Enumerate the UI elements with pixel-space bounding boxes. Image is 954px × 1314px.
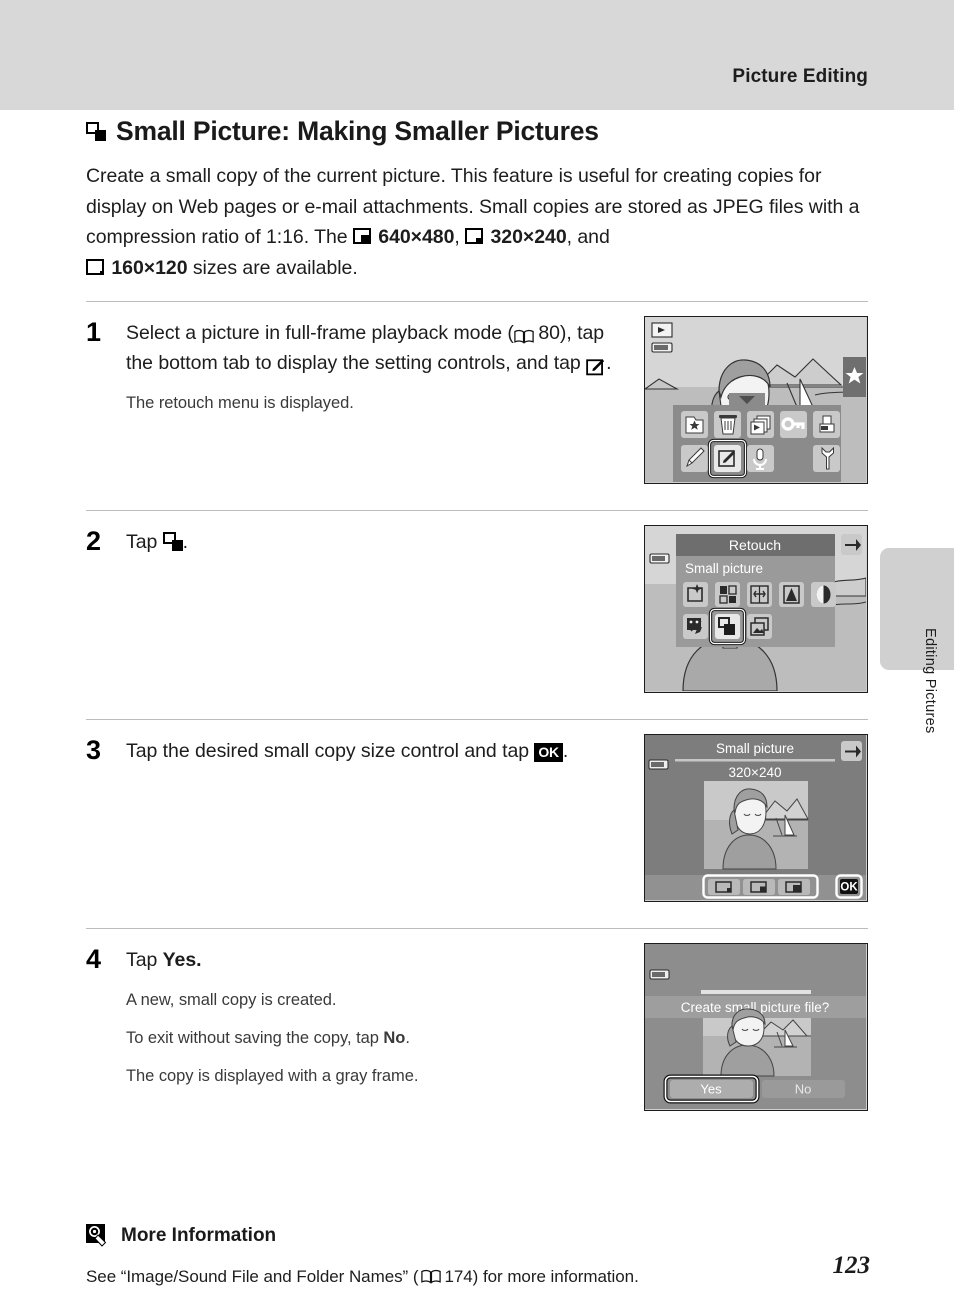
step-body: Select a picture in full-frame playback … [126,318,636,476]
svg-text:OK: OK [840,882,858,894]
page-title-text: Small Picture: Making Smaller Pictures [116,116,599,146]
more-information-text: See “Image/Sound File and Folder Names” … [86,1264,868,1290]
step-2: 2 Tap . Retouch Small picture [86,511,868,701]
more-information-title: More Information [121,1225,277,1246]
step-lead-a: Select a picture in full-frame playback … [126,322,514,344]
size-value: 320×240 [729,765,782,780]
step-lead-a: Tap [126,531,163,553]
no-label: No [383,1029,406,1047]
step-number: 1 [86,317,102,347]
step-body: Tap Yes. A new, small copy is created. T… [126,945,636,1103]
book-icon [421,1264,442,1290]
preview-image [703,1008,811,1077]
size-320x240-icon [465,228,485,246]
retouch-menu-screen: Retouch Small picture [644,525,868,693]
small-picture-icon [86,122,106,141]
step-lead-a: Tap [126,949,163,971]
create-small-picture-confirm-screen: Create small picture file? Yes No [644,943,868,1111]
small-picture-size-screen: Small picture 320×240 OK [644,734,868,902]
book-icon [514,329,534,347]
retouch-selected-label: Small picture [685,561,763,576]
retouch-icon-svg [586,359,605,376]
more-information-text-a: See “Image/Sound File and Folder Names” … [86,1267,419,1286]
step-note: To exit without saving the copy, tap No. [126,1025,624,1052]
step-lead-bold: Yes [162,949,197,971]
size-160x120-label: 160×120 [111,256,188,279]
step-3: 3 Tap the desired small copy size contro… [86,720,868,910]
step-body: Tap the desired small copy size control … [126,736,636,894]
step-note-text-end: . [405,1029,410,1047]
header-band [0,0,954,110]
step-lead-a: Tap the desired small copy size control … [126,740,535,762]
size-640x480-label: 640×480 [378,226,455,248]
small-picture-size-svg: Small picture 320×240 OK [645,735,866,900]
more-information-text-b: ) for more information. [472,1267,639,1286]
retouch-icon [586,357,606,377]
step-4: 4 Tap Yes. A new, small copy is created.… [86,929,868,1119]
running-head: Picture Editing [732,66,868,87]
preview-image [704,781,809,870]
more-information-heading: More Information [86,1224,868,1248]
intro-text-part2: sizes are available. [187,256,358,279]
playback-control-panel-screen [644,316,868,484]
size-640x480-icon [352,228,373,246]
step-lead-c: . [182,531,189,553]
step-note: A new, small copy is created. [126,987,624,1014]
step-body: Tap . [126,527,636,685]
step-1: 1 Select a picture in full-frame playbac… [86,302,868,492]
intro-sep-2: , and [566,226,610,248]
ok-button-icon: OK [534,743,563,762]
retouch-menu-title: Retouch [729,537,781,553]
side-tab [880,548,954,670]
step-1-screenshot [644,316,868,484]
book-icon-svg [421,1269,442,1284]
size-160x120-icon [86,258,106,277]
size-320x240-label: 320×240 [490,226,567,248]
page-title: Small Picture: Making Smaller Pictures [86,116,868,147]
book-icon-svg [514,329,534,344]
yes-label: Yes [700,1082,722,1097]
step-note-text: To exit without saving the copy, tap [126,1029,384,1047]
step-note-text: The copy is displayed with a gray frame. [126,1067,419,1085]
step-note-text: A new, small copy is created. [126,991,337,1009]
no-label: No [795,1082,812,1097]
step-page-ref: 80 [538,322,560,344]
page-body: Small Picture: Making Smaller Pictures C… [86,116,868,1290]
quick-retouch-icon [683,582,708,607]
step-2-screenshot: Retouch Small picture [644,525,868,693]
confirm-dialog-svg: Create small picture file? Yes No [645,944,866,1109]
screen-title: Small picture [716,741,794,756]
retouch-menu-svg: Retouch Small picture [645,526,866,691]
step-3-screenshot: Small picture 320×240 OK [644,734,868,902]
playback-control-panel-svg [645,317,866,482]
small-picture-icon [162,532,183,551]
page-number: 123 [832,1252,871,1279]
intro-sep-1: , [454,226,466,248]
step-number: 2 [86,526,102,556]
step-lead-c: . [606,352,612,374]
step-lead-c: . [196,949,202,971]
step-note: The copy is displayed with a gray frame. [126,1063,624,1090]
step-note: The retouch menu is displayed. [126,394,354,412]
step-number: 4 [86,944,102,974]
step-lead-c: . [562,740,569,762]
side-tab-label: Editing Pictures [922,628,938,734]
more-information-icon [86,1224,107,1247]
intro-paragraph: Create a small copy of the current pictu… [86,161,868,283]
manual-page: Picture Editing Editing Pictures Small P… [0,0,954,1314]
step-number: 3 [86,735,102,765]
step-4-screenshot: Create small picture file? Yes No [644,943,868,1111]
more-information-page-ref: 174 [444,1267,473,1286]
